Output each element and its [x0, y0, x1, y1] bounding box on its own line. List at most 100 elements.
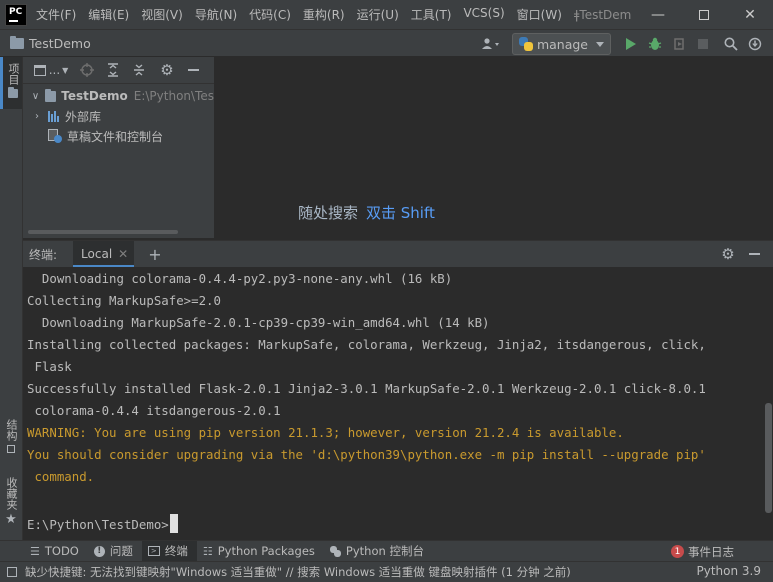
- empty-editor-hint: 随处搜索 双击 Shift: [298, 202, 435, 223]
- terminal-line: colorama-0.4.4 itsdangerous-2.0.1: [27, 403, 281, 418]
- breadcrumb[interactable]: TestDemo: [10, 35, 91, 51]
- collapse-all-button[interactable]: [129, 60, 149, 80]
- python-icon: [518, 37, 533, 51]
- menu-tools[interactable]: 工具(T): [411, 6, 452, 23]
- chevron-down-icon[interactable]: ∨: [30, 91, 41, 102]
- horizontal-scrollbar[interactable]: [28, 230, 178, 234]
- close-icon: ✕: [744, 6, 756, 23]
- folder-icon: [10, 35, 24, 49]
- tree-item-label: TestDemo: [61, 89, 128, 103]
- navbar-actions: manage: [476, 32, 767, 56]
- settings-button[interactable]: ⚙: [157, 60, 177, 80]
- run-with-coverage-button[interactable]: [667, 32, 691, 56]
- project-view-select[interactable]: ... ▼: [31, 60, 71, 80]
- navigation-bar: TestDemo manage: [0, 29, 773, 57]
- event-log-tool-button[interactable]: 1 事件日志: [665, 541, 743, 562]
- project-view-dropdown-label: ...: [48, 63, 61, 77]
- tree-item-scratches[interactable]: 草稿文件和控制台: [23, 126, 214, 146]
- menu-run[interactable]: 运行(U): [357, 6, 399, 23]
- tab-favorites[interactable]: 收藏夹 ★: [0, 475, 22, 535]
- menu-refactor[interactable]: 重构(R): [303, 6, 345, 23]
- select-opened-file-button[interactable]: [77, 60, 97, 80]
- tab-structure-label: 结构: [5, 419, 18, 441]
- run-configuration-label: manage: [536, 36, 588, 52]
- hide-terminal-button[interactable]: [743, 244, 765, 264]
- terminal-line: Installing collected packages: MarkupSaf…: [27, 337, 706, 352]
- terminal-cursor: [169, 514, 178, 533]
- star-icon: ★: [5, 512, 17, 527]
- python-packages-tool-button[interactable]: ☷ Python Packages: [197, 541, 324, 562]
- maximize-button[interactable]: [681, 0, 727, 29]
- tree-item-label: 外部库: [65, 109, 102, 124]
- collapse-all-icon: [134, 64, 144, 76]
- problems-tool-button[interactable]: ! 问题: [88, 541, 142, 562]
- terminal-warning-line: You should consider upgrading via the 'd…: [27, 447, 706, 462]
- tree-item-project-root[interactable]: ∨ TestDemo E:\Python\Tes: [23, 86, 214, 106]
- close-button[interactable]: ✕: [727, 0, 773, 29]
- run-configuration-select[interactable]: manage: [511, 33, 611, 55]
- breadcrumb-project[interactable]: TestDemo: [29, 36, 91, 51]
- terminal-header: 终端: Local ✕ + ⚙: [23, 240, 773, 268]
- expand-all-button[interactable]: [103, 60, 123, 80]
- editor-area[interactable]: 随处搜索 双击 Shift: [214, 57, 773, 238]
- menu-edit[interactable]: 编辑(E): [88, 6, 129, 23]
- window-controls: — ✕: [635, 0, 773, 29]
- tree-item-external-libraries[interactable]: › 外部库: [23, 106, 214, 126]
- status-message[interactable]: 缺少快捷键: 无法找到键映射"Windows 适当重做" // 搜索 Windo…: [25, 564, 571, 580]
- title-bar: PC 文件(F) 编辑(E) 视图(V) 导航(N) 代码(C) 重构(R) 运…: [0, 0, 773, 29]
- gear-icon: ⚙: [160, 61, 174, 79]
- stop-button[interactable]: [691, 32, 715, 56]
- update-button[interactable]: [743, 32, 767, 56]
- problems-icon: !: [93, 545, 105, 557]
- pycharm-logo-icon: PC: [5, 3, 27, 26]
- tab-structure[interactable]: 结构: [0, 417, 22, 467]
- vertical-scrollbar[interactable]: [765, 403, 772, 513]
- chevron-right-icon[interactable]: ›: [30, 111, 44, 122]
- structure-icon: [7, 445, 15, 453]
- terminal-line: Downloading MarkupSafe-2.0.1-cp39-cp39-w…: [27, 315, 490, 330]
- python-icon: [329, 545, 341, 557]
- todo-tool-button[interactable]: ☰ TODO: [24, 541, 88, 562]
- terminal-icon: >: [147, 546, 160, 556]
- window-title-text: TestDem: [579, 7, 632, 22]
- library-icon: [48, 110, 60, 122]
- menu-vcs[interactable]: VCS(S): [463, 6, 504, 23]
- tab-project-label[interactable]: 项目: [5, 63, 21, 85]
- python-interpreter-selector[interactable]: Python 3.9: [697, 564, 762, 578]
- event-log-badge: 1: [671, 545, 684, 558]
- tool-window-bar: ☰ TODO ! 问题 > 终端 ☷ Python Packages Pytho…: [0, 540, 773, 562]
- menu-view[interactable]: 视图(V): [141, 6, 183, 23]
- terminal-output[interactable]: Downloading colorama-0.4.4-py2.py3-none-…: [23, 267, 773, 540]
- run-icon: [626, 38, 636, 50]
- chevron-down-icon: [596, 41, 604, 47]
- terminal-warning-line: WARNING: You are using pip version 21.1.…: [27, 425, 624, 440]
- terminal-tool-button[interactable]: > 终端: [141, 540, 197, 562]
- minimize-button[interactable]: —: [635, 0, 681, 29]
- terminal-tab-local[interactable]: Local ✕: [73, 240, 135, 268]
- hint-shortcut: 双击 Shift: [366, 204, 435, 222]
- hide-panel-button[interactable]: [183, 60, 203, 80]
- menu-window[interactable]: 窗口(W): [517, 6, 562, 23]
- crosshair-icon: [80, 63, 94, 77]
- terminal-line: Successfully installed Flask-2.0.1 Jinja…: [27, 381, 706, 396]
- scratches-icon: [48, 129, 62, 143]
- terminal-tab-label: Local: [81, 247, 113, 261]
- user-account-button[interactable]: [476, 32, 506, 56]
- menu-code[interactable]: 代码(C): [249, 6, 291, 23]
- terminal-prompt[interactable]: E:\Python\TestDemo>: [27, 514, 178, 533]
- run-button[interactable]: [619, 32, 643, 56]
- new-terminal-tab-button[interactable]: +: [148, 245, 161, 264]
- debug-button[interactable]: [643, 32, 667, 56]
- python-packages-label: Python Packages: [217, 544, 315, 558]
- minimize-icon: [748, 253, 760, 255]
- menu-navigate[interactable]: 导航(N): [195, 6, 237, 23]
- search-icon: [724, 37, 738, 51]
- python-console-tool-button[interactable]: Python 控制台: [324, 541, 433, 562]
- toggle-tool-windows-icon[interactable]: [7, 567, 17, 577]
- close-icon[interactable]: ✕: [118, 247, 128, 261]
- terminal-settings-button[interactable]: ⚙: [717, 244, 739, 264]
- menu-file[interactable]: 文件(F): [36, 6, 76, 23]
- folder-icon: [45, 88, 57, 102]
- search-everywhere-button[interactable]: [719, 32, 743, 56]
- project-folder-icon: [7, 87, 18, 98]
